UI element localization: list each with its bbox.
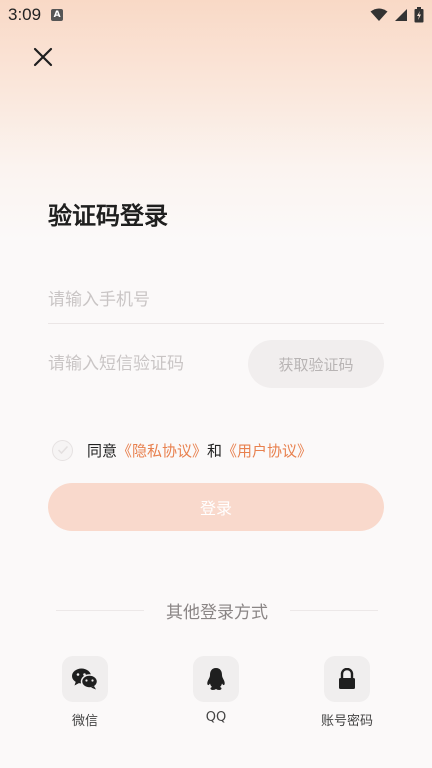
wechat-label: 微信	[71, 714, 98, 729]
battery-icon	[414, 7, 424, 23]
agreement-and: 和	[207, 441, 223, 460]
sms-code-input[interactable]	[48, 342, 238, 386]
agreement-checkbox[interactable]	[52, 439, 73, 461]
user-agreement-link[interactable]: 《用户协议》	[222, 440, 312, 461]
get-code-button[interactable]: 获取验证码	[248, 340, 384, 388]
divider-left	[56, 609, 144, 611]
agreement-prefix: 同意	[87, 441, 118, 460]
close-button[interactable]	[26, 40, 60, 74]
wechat-login-option[interactable]: 微信	[45, 656, 125, 729]
qq-login-option[interactable]: QQ	[176, 656, 256, 725]
divider-right	[290, 609, 378, 611]
wechat-icon-box	[62, 656, 108, 702]
other-login-header: 其他登录方式	[56, 598, 378, 623]
status-time: 3:09	[8, 5, 42, 24]
privacy-policy-link[interactable]: 《隐私协议》	[117, 440, 207, 461]
lock-icon-box	[324, 656, 370, 702]
login-button[interactable]: 登录	[48, 483, 384, 531]
agreement-row: 同意 《隐私协议》 和 《用户协议》	[52, 438, 312, 462]
wechat-icon	[72, 668, 99, 690]
qq-icon	[207, 668, 225, 690]
check-icon	[57, 445, 68, 455]
qq-label: QQ	[205, 710, 227, 725]
lock-icon	[339, 668, 355, 689]
other-login-title: 其他登录方式	[166, 602, 268, 623]
signal-icon	[395, 9, 407, 21]
status-bar: 3:09 A	[0, 0, 432, 30]
status-icons	[370, 7, 424, 23]
password-login-option[interactable]: 账号密码	[307, 656, 387, 729]
qq-icon-box	[193, 656, 239, 702]
close-icon	[33, 47, 53, 67]
keyboard-indicator-icon: A	[51, 9, 64, 21]
phone-input[interactable]	[48, 276, 384, 324]
page-title: 验证码登录	[48, 202, 168, 230]
wifi-icon	[370, 8, 388, 21]
password-login-label: 账号密码	[320, 714, 373, 729]
